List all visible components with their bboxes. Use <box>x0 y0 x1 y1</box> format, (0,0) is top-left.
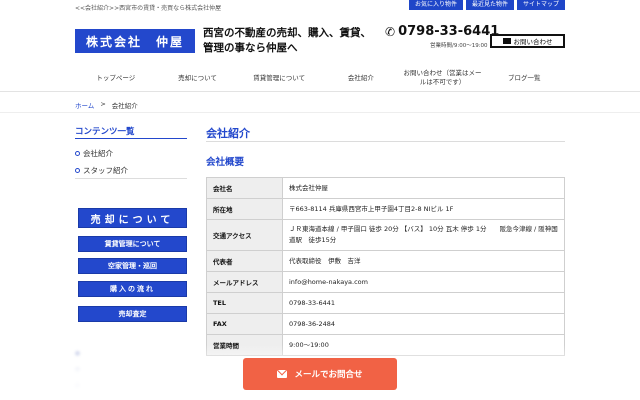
vacant-house-button[interactable]: 空家管理・巡回 <box>78 258 187 274</box>
business-hours: 営業時間/9:00〜19:00 <box>430 43 488 49</box>
page: <<会社紹介>>西宮市の賃貸・売買なら株式会社仲屋 お気に入り物件 最近見た物件… <box>0 0 640 400</box>
table-row: 会社名 株式会社仲屋 <box>206 177 565 199</box>
sidebar-item-staff[interactable]: スタッフ紹介 <box>75 162 128 179</box>
sidebar-item-company[interactable]: 会社紹介 <box>75 145 128 162</box>
row-value: 株式会社仲屋 <box>282 177 565 199</box>
breadcrumb-current: 会社紹介 <box>111 102 138 110</box>
catchcopy: 西宮の不動産の売却、購入、賃貸、管理の事なら仲屋へ <box>203 27 371 54</box>
row-value[interactable]: info@home-nakaya.com <box>282 271 565 293</box>
rental-management-button[interactable]: 賃貸管理について <box>78 236 187 252</box>
nav-company[interactable]: 会社紹介 <box>320 66 402 90</box>
title-rule <box>206 141 565 142</box>
row-label: 所在地 <box>206 198 283 220</box>
page-title: 会社紹介 <box>206 127 250 140</box>
mail-icon <box>502 38 511 44</box>
row-value: ＪＲ東海道本線 / 甲子園口 徒歩 20分 【バス】 10分 瓦木 停歩 1分 … <box>282 219 565 251</box>
row-label: FAX <box>206 313 283 335</box>
phone-number[interactable]: ✆ 0798-33-6441 <box>385 24 499 39</box>
sidebar-title: コンテンツ一覧 <box>75 127 135 137</box>
row-value: 〒663-8114 兵庫県西宮市上甲子園4丁目2-8 NIビル 1F <box>282 198 565 220</box>
table-row: 交通アクセス ＪＲ東海道本線 / 甲子園口 徒歩 20分 【バス】 10分 瓦木… <box>206 219 565 251</box>
phone-number-text: 0798-33-6441 <box>398 24 500 39</box>
nav-contact[interactable]: お問い合わせ（営業はメールは不可です） <box>402 66 484 90</box>
row-value: 0798-33-6441 <box>282 292 565 314</box>
top-note: <<会社紹介>>西宮市の賃貸・売買なら株式会社仲屋 <box>75 5 222 12</box>
purchase-flow-button[interactable]: 購入の流れ <box>78 281 187 297</box>
recently-viewed-link[interactable]: 最近見た物件 <box>465 0 514 10</box>
breadcrumb-separator: > <box>100 100 106 108</box>
company-info-table: 会社名 株式会社仲屋 所在地 〒663-8114 兵庫県西宮市上甲子園4丁目2-… <box>206 177 565 356</box>
contact-button[interactable]: お問い合わせ <box>490 34 565 48</box>
table-row: 代表者 代表取締役 伊敷 吉洋 <box>206 250 565 272</box>
row-label: 会社名 <box>206 177 283 199</box>
section-title: 会社概要 <box>206 157 245 168</box>
row-label: 代表者 <box>206 250 283 272</box>
sitemap-link[interactable]: サイトマップ <box>516 0 565 10</box>
contact-button-label: お問い合わせ <box>513 38 553 46</box>
breadcrumb-home[interactable]: ホーム <box>75 100 94 110</box>
nav-selling[interactable]: 売却について <box>157 66 239 90</box>
envelope-icon <box>277 370 288 378</box>
table-row: メールアドレス info@home-nakaya.com <box>206 271 565 293</box>
floating-button-label: メールでお問合せ <box>294 370 363 380</box>
nav-blog[interactable]: ブログ一覧 <box>483 66 565 90</box>
sidebar-item-label: スタッフ紹介 <box>83 166 128 175</box>
company-logo[interactable]: 株式会社 仲屋 <box>75 29 195 53</box>
global-nav: トップページ 売却について 賃貸管理について 会社紹介 お問い合わせ（営業はメー… <box>75 66 565 90</box>
row-label: メールアドレス <box>206 271 283 293</box>
table-row: FAX 0798-36-2484 <box>206 313 565 335</box>
sidebar-title-rule <box>75 138 187 139</box>
sidebar-divider <box>75 178 187 179</box>
sale-assessment-button[interactable]: 売却査定 <box>78 306 187 322</box>
mail-contact-floating-button[interactable]: メールでお問合せ <box>243 358 397 390</box>
breadcrumb-divider <box>0 112 640 113</box>
nav-divider <box>0 91 640 92</box>
circle-bullet-icon <box>75 168 80 173</box>
table-row: TEL 0798-33-6441 <box>206 292 565 314</box>
phone-icon: ✆ <box>385 24 396 39</box>
sidebar-list: 会社紹介 スタッフ紹介 <box>75 145 128 179</box>
row-label: TEL <box>206 292 283 314</box>
favorites-link[interactable]: お気に入り物件 <box>408 0 463 10</box>
circle-bullet-icon <box>75 151 80 156</box>
row-label: 交通アクセス <box>206 219 283 251</box>
row-value: 代表取締役 伊敷 吉洋 <box>282 250 565 272</box>
row-value: 0798-36-2484 <box>282 313 565 335</box>
nav-rental-management[interactable]: 賃貸管理について <box>238 66 320 90</box>
breadcrumb: ホーム > 会社紹介 <box>75 100 138 110</box>
nav-top[interactable]: トップページ <box>75 66 157 90</box>
table-row: 所在地 〒663-8114 兵庫県西宮市上甲子園4丁目2-8 NIビル 1F <box>206 198 565 220</box>
top-links: お気に入り物件 最近見た物件 サイトマップ <box>408 0 565 10</box>
sidebar-item-label: 会社紹介 <box>83 149 113 158</box>
selling-banner-button[interactable]: 売却について <box>78 208 187 228</box>
